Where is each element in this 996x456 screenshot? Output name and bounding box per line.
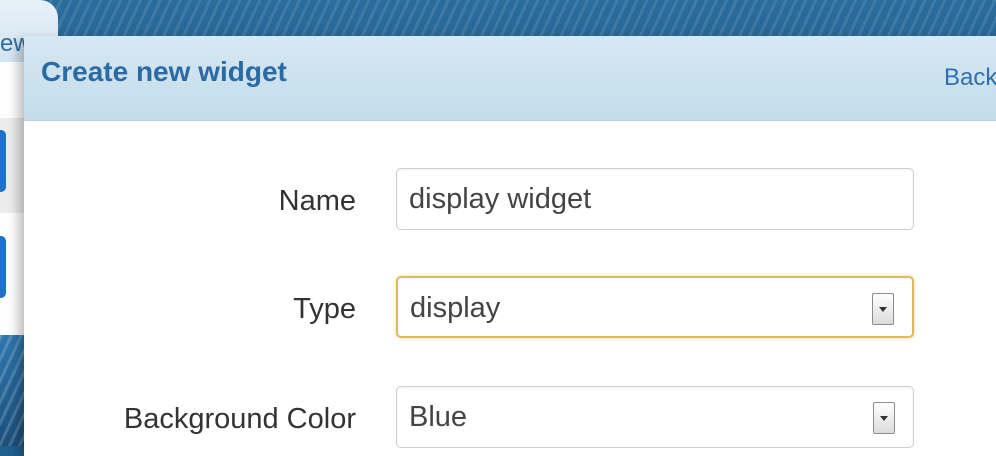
background-color-row: Background Color Blue <box>24 386 996 452</box>
background-color-select-value: Blue <box>409 401 468 433</box>
type-select[interactable]: display <box>396 276 914 338</box>
create-widget-dialog: Create new widget Back Name display widg… <box>24 36 996 456</box>
type-row: Type display <box>24 276 996 342</box>
left-panel-button[interactable] <box>0 236 6 298</box>
chevron-down-icon[interactable] <box>873 402 895 434</box>
name-input[interactable]: display widget <box>396 168 914 230</box>
background-color-label: Background Color <box>123 403 356 435</box>
type-select-value: display <box>410 292 501 324</box>
name-label: Name <box>278 185 356 217</box>
dialog-title: Create new widget <box>41 56 287 87</box>
background-color-select[interactable]: Blue <box>396 386 914 448</box>
back-link[interactable]: Back <box>944 64 996 92</box>
chevron-down-icon[interactable] <box>872 293 894 325</box>
left-panel-button[interactable] <box>0 130 6 192</box>
dialog-header: Create new widget Back <box>24 36 996 121</box>
name-row: Name display widget <box>24 168 996 234</box>
type-label: Type <box>293 293 356 325</box>
